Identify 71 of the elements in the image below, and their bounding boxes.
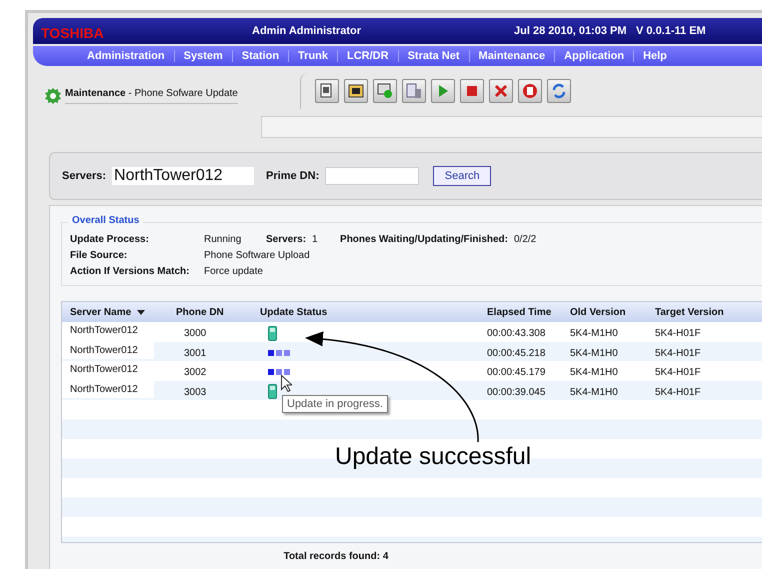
field-label: Servers: <box>266 234 306 244</box>
field-value: Running <box>204 234 242 244</box>
user-name: Admin Administrator <box>252 25 362 37</box>
logo: TOSHIBA <box>41 24 105 41</box>
table-cell-text: 3001 <box>183 346 208 359</box>
menu-item[interactable]: Application <box>555 50 634 62</box>
page-title: Maintenance - Phone Sofware Update <box>65 88 238 104</box>
delete-icon[interactable] <box>489 79 513 103</box>
column-header[interactable]: Phone DN <box>176 306 260 318</box>
play-icon[interactable] <box>431 79 455 103</box>
menu-item[interactable]: Administration <box>78 50 174 62</box>
refresh-icon[interactable] <box>547 79 571 103</box>
group-title: Overall Status <box>68 215 144 226</box>
table-cell-text: 3002 <box>183 366 208 378</box>
table-row[interactable]: NorthTower012 3000 00:00:43.308 5K4-M1H0 5K4-H01F <box>62 322 762 342</box>
servers-field[interactable]: NorthTower012 <box>112 167 254 185</box>
field-label: Phones Waiting/Updating/Finished: <box>340 234 508 244</box>
column-header[interactable]: Server Name <box>62 306 176 318</box>
table-cell-text: 3003 <box>183 386 208 398</box>
table-cell-text: 5K4-H01F <box>655 346 702 359</box>
servers-label: Servers: <box>62 170 106 182</box>
table-cell-text: 5K4-H01F <box>655 386 702 398</box>
field-label: File Source: <box>70 250 128 260</box>
table-cell-text: 5K4-H01F <box>655 327 702 340</box>
stop-icon[interactable] <box>460 79 484 103</box>
table-cell-text: 5K4-M1H0 <box>570 327 619 340</box>
table-row[interactable]: NorthTower012 3003 00:00:39.045 5K4-M1H0 5K4-H01F <box>62 380 762 400</box>
column-header[interactable]: Target Version <box>655 306 755 318</box>
table-cell-text: 00:00:43.308 <box>487 327 546 340</box>
menu-item[interactable]: LCR/DR <box>338 50 398 62</box>
sort-caret-icon <box>137 310 146 314</box>
column-header[interactable]: Elapsed Time <box>487 306 570 318</box>
table-cell-text: 5K4-M1H0 <box>570 386 619 398</box>
annotation-label: Update successful <box>335 443 532 471</box>
table-cell-text: 5K4-H01F <box>655 366 702 378</box>
table-cell-text: 5K4-M1H0 <box>570 366 619 378</box>
gear-icon <box>45 88 61 104</box>
field-label: Action If Versions Match: <box>70 266 190 276</box>
prime-dn-field[interactable] <box>325 167 420 185</box>
version-label: V 0.0.1-11 EM <box>636 25 706 37</box>
document-icon[interactable] <box>315 79 339 103</box>
table-cell-text: 00:00:39.045 <box>487 386 546 398</box>
menu-item[interactable]: System <box>174 50 232 62</box>
menu-item[interactable]: Help <box>634 50 676 62</box>
cursor-icon <box>281 375 292 392</box>
column-header[interactable]: Old Version <box>570 306 655 318</box>
tooltip: Update in progress. <box>282 395 388 413</box>
table-cell-text: 00:00:45.218 <box>487 346 546 359</box>
column-header[interactable]: Update Status <box>260 306 487 318</box>
add-icon[interactable] <box>373 79 397 103</box>
menu-item[interactable]: Station <box>232 50 288 62</box>
total-records: Total records found: 4 <box>282 550 390 564</box>
table-row[interactable]: NorthTower012 3001 00:00:45.218 5K4-M1H0 5K4-H01F <box>62 342 762 361</box>
table-cell-text: 3000 <box>183 327 208 340</box>
field-value: Force update <box>204 266 263 276</box>
field-value: 0/2/2 <box>514 234 536 244</box>
menu-item[interactable]: Trunk <box>289 50 337 62</box>
search-button[interactable]: Search <box>433 166 492 186</box>
field-label: Update Process: <box>70 234 150 244</box>
table-cell: NorthTower012 <box>62 342 154 358</box>
date-time: Jul 28 2010, 01:03 PM <box>514 25 628 37</box>
terminal-icon[interactable] <box>344 79 368 103</box>
table-row[interactable]: NorthTower012 3002 00:00:45.179 5K4-M1H0 5K4-H01F <box>62 361 762 380</box>
table-cell-text: 5K4-M1H0 <box>570 346 619 359</box>
menu-item[interactable]: Strata Net <box>398 50 469 62</box>
menu-item[interactable]: Maintenance <box>470 50 554 62</box>
table-cell-text: 00:00:45.179 <box>487 366 546 378</box>
prime-dn-label: Prime DN: <box>266 170 320 182</box>
table-cell: NorthTower012 <box>62 380 154 398</box>
field-value: 1 <box>312 234 316 244</box>
field-value: Phone Software Upload <box>204 250 310 260</box>
